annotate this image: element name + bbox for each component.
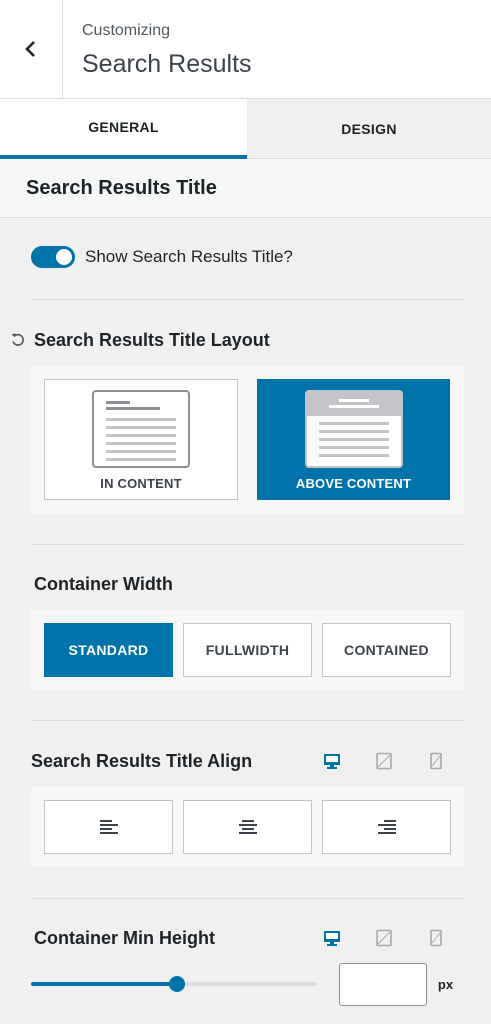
- width-fullwidth-button[interactable]: FULLWIDTH: [183, 623, 312, 677]
- customizer-header: Customizing Search Results: [0, 0, 491, 99]
- align-left-button[interactable]: [44, 800, 173, 854]
- tab-bar: GENERAL DESIGN: [0, 99, 491, 159]
- layout-option-label: IN CONTENT: [100, 476, 182, 491]
- back-button[interactable]: [0, 0, 63, 98]
- header-subtitle: Customizing: [82, 22, 171, 39]
- align-left-icon: [99, 820, 118, 834]
- tablet-icon[interactable]: [375, 752, 393, 770]
- tablet-icon[interactable]: [375, 929, 393, 947]
- tab-general[interactable]: GENERAL: [0, 99, 247, 159]
- min-height-slider[interactable]: [31, 976, 317, 992]
- layout-option-label: ABOVE CONTENT: [295, 476, 412, 491]
- show-title-label: Show Search Results Title?: [85, 247, 293, 266]
- width-standard-button[interactable]: STANDARD: [44, 623, 173, 677]
- in-content-layout-icon: [92, 390, 190, 468]
- unit-label[interactable]: px: [427, 963, 464, 1006]
- align-right-button[interactable]: [322, 800, 451, 854]
- chevron-left-icon: [25, 41, 35, 57]
- min-height-title: Container Min Height: [34, 928, 215, 948]
- min-height-input[interactable]: [339, 963, 427, 1006]
- layout-option-in-content[interactable]: IN CONTENT: [44, 379, 238, 500]
- divider: [31, 898, 464, 899]
- align-center-button[interactable]: [183, 800, 312, 854]
- header-title: Search Results: [82, 50, 252, 78]
- slider-fill: [31, 982, 177, 986]
- divider: [31, 299, 464, 300]
- desktop-icon[interactable]: [323, 752, 341, 770]
- above-content-layout-icon: [305, 390, 403, 468]
- mobile-icon[interactable]: [427, 929, 445, 947]
- divider: [31, 544, 464, 545]
- align-center-icon: [238, 820, 257, 834]
- desktop-icon[interactable]: [323, 929, 341, 947]
- layout-title: Search Results Title Layout: [34, 330, 270, 350]
- align-right-icon: [377, 820, 396, 834]
- section-title: Search Results Title: [26, 177, 217, 199]
- container-width-title: Container Width: [34, 574, 173, 594]
- title-align-title: Search Results Title Align: [31, 751, 253, 771]
- toggle-knob: [56, 249, 72, 265]
- mobile-icon[interactable]: [427, 752, 445, 770]
- layout-option-above-content[interactable]: ABOVE CONTENT: [257, 379, 450, 500]
- tab-design[interactable]: DESIGN: [247, 99, 491, 159]
- show-title-toggle[interactable]: [31, 246, 75, 268]
- reset-icon[interactable]: [10, 332, 26, 348]
- divider: [31, 720, 464, 721]
- width-contained-button[interactable]: CONTAINED: [322, 623, 451, 677]
- slider-thumb[interactable]: [168, 976, 185, 992]
- section-header: Search Results Title: [0, 159, 491, 218]
